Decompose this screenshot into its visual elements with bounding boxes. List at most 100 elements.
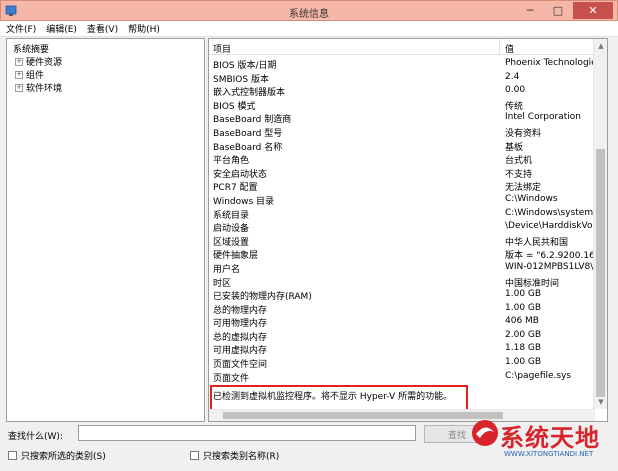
tree-item-components[interactable]: + 组件 <box>15 68 44 81</box>
row-value: 传统 <box>505 101 524 112</box>
row-item: 总的物理内存 <box>213 305 268 316</box>
tree-item-software[interactable]: + 软件环境 <box>15 81 62 94</box>
row-item: 已安装的物理内存(RAM) <box>213 292 312 303</box>
row-value: 1.00 GB <box>505 302 542 313</box>
find-input[interactable] <box>78 425 416 441</box>
row-item: SMBIOS 版本 <box>213 74 269 85</box>
table-row[interactable]: BaseBoard 型号 没有资料 <box>209 125 595 139</box>
row-value: 1.00 GB <box>505 289 542 300</box>
table-row[interactable]: PCR7 配置 无法绑定 <box>209 179 595 193</box>
row-value: C:\Windows\system32 <box>505 207 595 218</box>
table-row[interactable]: 嵌入式控制器版本 0.00 <box>209 84 595 98</box>
table-row[interactable]: 启动设备 \Device\HarddiskVolu <box>209 220 595 234</box>
table-row[interactable]: BaseBoard 名称 基板 <box>209 139 595 153</box>
row-item: 时区 <box>213 278 232 289</box>
row-value: 不支持 <box>505 169 533 180</box>
find-label: 查找什么(W): <box>8 432 63 442</box>
maximize-icon: □ <box>552 4 564 17</box>
row-value: 中国标准时间 <box>505 278 560 289</box>
checkbox[interactable] <box>8 451 17 460</box>
row-value: C:\Windows <box>505 193 558 204</box>
table-row[interactable]: SMBIOS 版本 2.4 <box>209 71 595 85</box>
expand-icon[interactable]: + <box>15 70 23 79</box>
search-selected-category[interactable]: 只搜索所选的类别(S) <box>8 449 106 462</box>
row-item: 平台角色 <box>213 156 250 167</box>
scroll-thumb[interactable] <box>596 149 605 397</box>
watermark-text: 系统天地 <box>500 424 600 452</box>
expand-icon[interactable]: + <box>15 83 23 92</box>
logo-swirl-icon <box>472 420 498 446</box>
table-row[interactable]: 总的虚拟内存 2.00 GB <box>209 329 595 343</box>
vertical-scrollbar[interactable]: ▲ ▼ <box>593 39 607 409</box>
row-item: 页面文件 <box>213 373 250 384</box>
category-tree[interactable]: 系统摘要 + 硬件资源 + 组件 + 软件环境 <box>6 38 205 422</box>
table-row[interactable]: 硬件抽象层 版本 = "6.2.9200.1638 <box>209 247 595 261</box>
table-row[interactable]: BaseBoard 制造商 Intel Corporation <box>209 111 595 125</box>
title-bar: 系统信息 ─ □ ✕ <box>0 0 618 21</box>
row-value: 2.4 <box>505 71 520 82</box>
table-row[interactable]: 系统目录 C:\Windows\system32 <box>209 207 595 221</box>
row-item: 安全启动状态 <box>213 169 268 180</box>
hscroll-thumb[interactable] <box>223 412 503 419</box>
row-item: 区域设置 <box>213 237 250 248</box>
row-item: 可用虚拟内存 <box>213 346 268 357</box>
menu-view[interactable]: 查看(V) <box>87 22 118 35</box>
scroll-down-icon[interactable]: ▼ <box>594 395 607 409</box>
tree-item-hardware[interactable]: + 硬件资源 <box>15 55 62 68</box>
column-separator[interactable] <box>499 39 500 55</box>
table-row[interactable]: 用户名 WIN-012MPBS1LV8\A <box>209 261 595 275</box>
row-item: 系统目录 <box>213 210 250 221</box>
column-header-item[interactable]: 项目 <box>213 42 231 55</box>
close-button[interactable]: ✕ <box>573 2 613 19</box>
checkbox[interactable] <box>190 451 199 460</box>
row-item: 页面文件空间 <box>213 360 268 371</box>
row-value: Intel Corporation <box>505 112 581 123</box>
table-row[interactable]: 页面文件 C:\pagefile.sys <box>209 370 595 384</box>
table-row[interactable]: 已安装的物理内存(RAM) 1.00 GB <box>209 288 595 302</box>
table-row[interactable]: BIOS 模式 传统 <box>209 98 595 112</box>
row-value: 台式机 <box>505 156 533 167</box>
details-list: 项目 值 BIOS 版本/日期 Phoenix Technologies SMBIO… <box>208 38 608 422</box>
menu-bar: 文件(F) 编辑(E) 查看(V) 帮助(H) <box>0 21 618 37</box>
menu-help[interactable]: 帮助(H) <box>128 22 160 35</box>
table-row[interactable]: 页面文件空间 1.00 GB <box>209 356 595 370</box>
row-value: 基板 <box>505 142 524 153</box>
column-header-value[interactable]: 值 <box>505 42 514 55</box>
tree-item-label: 组件 <box>26 71 45 81</box>
row-item: BaseBoard 名称 <box>213 142 283 153</box>
table-row[interactable]: Windows 目录 C:\Windows <box>209 193 595 207</box>
row-value: 0.00 <box>505 85 526 96</box>
menu-file[interactable]: 文件(F) <box>6 22 36 35</box>
row-item: 硬件抽象层 <box>213 251 259 262</box>
table-row[interactable]: 平台角色 台式机 <box>209 152 595 166</box>
search-category-names[interactable]: 只搜索类别名称(R) <box>190 449 279 462</box>
row-value: 中华人民共和国 <box>505 237 569 248</box>
table-row[interactable]: 区域设置 中华人民共和国 <box>209 234 595 248</box>
row-item: BaseBoard 型号 <box>213 128 283 139</box>
maximize-button[interactable]: □ <box>545 2 571 19</box>
table-row[interactable]: BIOS 版本/日期 Phoenix Technologies <box>209 57 595 71</box>
row-item: 可用物理内存 <box>213 319 268 330</box>
table-row[interactable]: 可用物理内存 406 MB <box>209 315 595 329</box>
row-item: BaseBoard 制造商 <box>213 115 292 126</box>
table-row[interactable]: 总的物理内存 1.00 GB <box>209 302 595 316</box>
checkbox-label: 只搜索类别名称(R) <box>203 452 280 462</box>
list-header: 项目 值 <box>209 39 595 55</box>
menu-edit[interactable]: 编辑(E) <box>46 22 77 35</box>
table-row[interactable]: 安全启动状态 不支持 <box>209 166 595 180</box>
scroll-up-icon[interactable]: ▲ <box>594 39 607 53</box>
row-value: C:\pagefile.sys <box>505 370 572 381</box>
minimize-button[interactable]: ─ <box>517 2 543 19</box>
watermark-logo: 系统天地 WWW.XITONGTIANDI.NET <box>470 414 615 470</box>
row-value: 无法绑定 <box>505 183 542 194</box>
tree-item-label: 软件环境 <box>26 84 63 94</box>
table-row[interactable]: 可用虚拟内存 1.18 GB <box>209 342 595 356</box>
minimize-icon: ─ <box>526 4 534 17</box>
table-row[interactable]: 时区 中国标准时间 <box>209 275 595 289</box>
row-value: 2.00 GB <box>505 329 542 340</box>
row-item: 嵌入式控制器版本 <box>213 88 286 99</box>
row-value: 1.18 GB <box>505 343 542 354</box>
tree-item-system-summary[interactable]: 系统摘要 <box>13 42 49 55</box>
expand-icon[interactable]: + <box>15 57 23 66</box>
highlight-box <box>210 385 468 411</box>
